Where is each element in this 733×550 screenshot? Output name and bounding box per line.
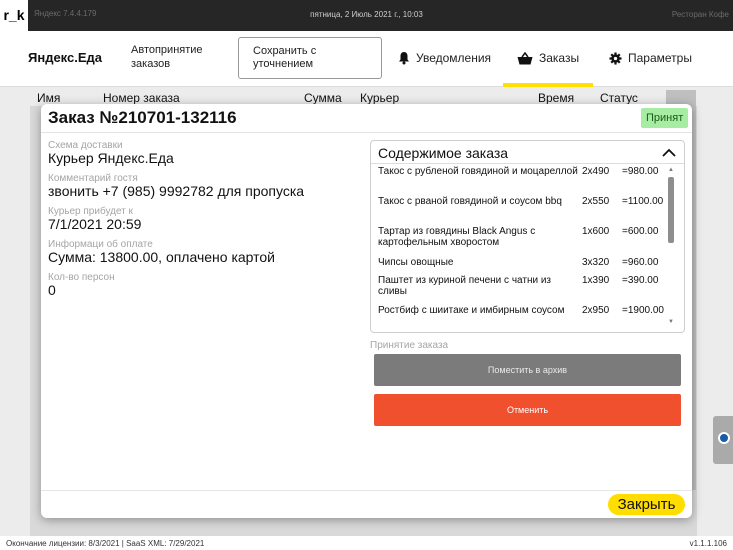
scroll-up-icon[interactable]: ▲ [668, 167, 674, 173]
license-info: Окончание лицензии: 8/3/2021 | SaaS XML:… [6, 539, 205, 548]
status-footer: Окончание лицензии: 8/3/2021 | SaaS XML:… [0, 536, 733, 550]
basket-icon [517, 51, 533, 64]
field-value: Курьер Яндекс.Еда [48, 150, 174, 166]
col-status: Статус [600, 91, 638, 105]
nav-orders-label: Заказы [539, 51, 580, 65]
scroll-down-icon[interactable]: ▼ [668, 319, 674, 325]
system-bar: r_k Яндекс 7.4.4.179 пятница, 2 Июль 202… [0, 0, 733, 31]
panel-toggle-icon [718, 432, 730, 444]
bell-icon [399, 52, 409, 65]
restaurant-label: Ресторан Кофе [671, 10, 729, 19]
item-sum: =1900.00 [622, 305, 664, 316]
nav-settings-label: Параметры [628, 51, 692, 65]
brand-title: Яндекс.Еда [28, 50, 103, 65]
auto-accept-toggle[interactable]: Автопринятие заказов [131, 43, 231, 71]
field-value: звонить +7 (985) 9992782 для пропуска [48, 183, 305, 199]
delivery-scheme: Схема доставки Курьер Яндекс.Еда [48, 140, 368, 166]
gear-icon [609, 51, 622, 65]
status-badge: Принят [641, 108, 689, 128]
col-order-number: Номер заказа [103, 91, 180, 105]
item-name: Ростбиф с шиитаке и имбирным соусом [378, 305, 565, 316]
item-qty: 1x600 [582, 226, 610, 237]
item-name: Чипсы овощные [378, 257, 454, 268]
order-contents-panel: Содержимое заказа Такос с рубленой говяд… [370, 140, 685, 333]
nav-active-indicator [503, 83, 593, 87]
cancel-order-button[interactable]: Отменить [374, 394, 681, 426]
field-value: Сумма: 13800.00, оплачено картой [48, 249, 276, 265]
col-sum: Сумма [304, 91, 342, 105]
item-name: Такос с рубленой говядиной и моцареллой [378, 166, 578, 177]
close-button[interactable]: Закрыть [608, 494, 685, 515]
scrollbar-thumb[interactable] [668, 177, 674, 243]
item-sum: =960.00 [622, 257, 659, 268]
guest-comment: Комментарий гостя звонить +7 (985) 99927… [48, 173, 368, 199]
side-panel-handle[interactable] [713, 416, 733, 464]
archive-button[interactable]: Поместить в архив [374, 354, 681, 386]
courier-arrival: Курьер прибудет к 7/1/2021 20:59 [48, 206, 368, 232]
nav-settings[interactable]: Параметры [609, 51, 692, 65]
payment-info: Информаци об оплате Сумма: 13800.00, опл… [48, 239, 368, 265]
item-name: Паштет из куриной печени с чатни из слив… [378, 275, 552, 297]
divider [41, 490, 692, 491]
items-scrollbar[interactable]: ▲ ▼ [667, 167, 675, 329]
datetime-label: пятница, 2 Июль 2021 г., 10:03 [310, 10, 423, 19]
field-value: 7/1/2021 20:59 [48, 216, 142, 232]
dialog-title: Заказ №210701-132116 [48, 108, 237, 127]
col-courier: Курьер [360, 91, 400, 105]
item-qty: 1x390 [582, 275, 610, 286]
version-info: v1.1.1.106 [689, 539, 727, 548]
persons-count: Кол-во персон 0 [48, 272, 368, 298]
nav-notifications-label: Уведомления [416, 51, 492, 65]
item-sum: =390.00 [622, 275, 659, 286]
contents-title: Содержимое заказа [378, 145, 509, 161]
item-qty: 3x320 [582, 257, 610, 268]
item-name: Такос с рваной говядиной и соусом bbq [378, 196, 562, 207]
divider [41, 132, 692, 133]
col-name: Имя [37, 91, 61, 105]
field-label: Кол-во персон [48, 272, 115, 283]
col-time: Время [538, 91, 575, 105]
nav-orders[interactable]: Заказы [517, 51, 579, 65]
item-name: Тартар из говядины Black Angus с картофе… [378, 226, 536, 248]
accept-section-label: Принятие заказа [370, 340, 449, 351]
item-sum: =980.00 [622, 166, 659, 177]
nav-notifications[interactable]: Уведомления [398, 51, 491, 65]
item-qty: 2x950 [582, 305, 610, 316]
save-with-clarification-button[interactable]: Сохранить с уточнением [238, 37, 382, 79]
item-sum: =1100.00 [622, 196, 664, 207]
field-value: 0 [48, 282, 56, 298]
divider [371, 163, 684, 164]
item-sum: =600.00 [622, 226, 659, 237]
item-qty: 2x550 [582, 196, 610, 207]
order-details-dialog: Заказ №210701-132116 Принят Схема достав… [41, 104, 692, 518]
chevron-up-icon[interactable] [660, 144, 678, 162]
item-qty: 2x490 [582, 166, 610, 177]
nav-bar: Яндекс.Еда Автопринятие заказов Сохранит… [0, 31, 733, 87]
